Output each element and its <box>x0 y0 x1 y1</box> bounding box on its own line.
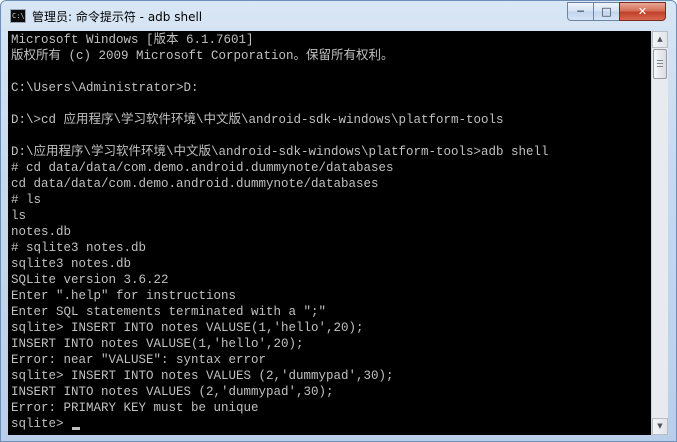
prompt-text: sqlite> <box>11 417 72 431</box>
console-line: ls <box>11 209 27 223</box>
console-line: sqlite> INSERT INTO notes VALUSE(1,'hell… <box>11 321 364 335</box>
console-line: C:\Users\Administrator>D: <box>11 81 199 95</box>
text-cursor <box>72 427 81 430</box>
title-bar[interactable]: C:\ 管理员: 命令提示符 - adb shell ─ □ ✕ <box>1 1 676 31</box>
console-app-icon[interactable]: C:\ <box>10 9 26 23</box>
console-line: SQLite version 3.6.22 <box>11 273 169 287</box>
maximize-button[interactable]: □ <box>593 2 620 21</box>
close-button[interactable]: ✕ <box>619 2 666 21</box>
console-line: 版权所有 (c) 2009 Microsoft Corporation。保留所有… <box>11 49 394 63</box>
vertical-scrollbar[interactable]: ▲ ▼ <box>651 31 668 435</box>
console-line: Error: PRIMARY KEY must be unique <box>11 401 259 415</box>
console-line: D:\>cd 应用程序\学习软件环境\中文版\android-sdk-windo… <box>11 113 504 127</box>
grip-line <box>657 66 663 67</box>
grip-line <box>657 63 663 64</box>
console-line: Microsoft Windows [版本 6.1.7601] <box>11 33 254 47</box>
grip-line <box>657 60 663 61</box>
window-title: 管理员: 命令提示符 - adb shell <box>32 10 203 24</box>
command-prompt-window: C:\ 管理员: 命令提示符 - adb shell ─ □ ✕ Microso… <box>0 0 677 442</box>
console-line: notes.db <box>11 225 72 239</box>
console-line: INSERT INTO notes VALUES (2,'dummypad',3… <box>11 385 334 399</box>
console-line: Enter ".help" for instructions <box>11 289 237 303</box>
scrollbar-thumb[interactable] <box>653 49 667 79</box>
console-line: INSERT INTO notes VALUSE(1,'hello',20); <box>11 337 304 351</box>
minimize-button[interactable]: ─ <box>567 2 594 21</box>
console-output-area[interactable]: Microsoft Windows [版本 6.1.7601] 版权所有 (c)… <box>8 31 651 435</box>
console-lines: Microsoft Windows [版本 6.1.7601] 版权所有 (c)… <box>11 32 549 432</box>
console-line: Enter SQL statements terminated with a "… <box>11 305 327 319</box>
console-line: # sqlite3 notes.db <box>11 241 147 255</box>
console-line: sqlite> INSERT INTO notes VALUES (2,'dum… <box>11 369 394 383</box>
console-prompt-line[interactable]: sqlite> <box>11 416 549 432</box>
console-line: # cd data/data/com.demo.android.dummynot… <box>11 161 394 175</box>
console-line: # ls <box>11 193 42 207</box>
console-line: cd data/data/com.demo.android.dummynote/… <box>11 177 379 191</box>
console-line: D:\应用程序\学习软件环境\中文版\android-sdk-windows\p… <box>11 145 549 159</box>
scroll-down-arrow-icon[interactable]: ▼ <box>652 418 668 435</box>
console-line: Error: near "VALUSE": syntax error <box>11 353 267 367</box>
scroll-up-arrow-icon[interactable]: ▲ <box>652 31 668 48</box>
console-line: sqlite3 notes.db <box>11 257 132 271</box>
